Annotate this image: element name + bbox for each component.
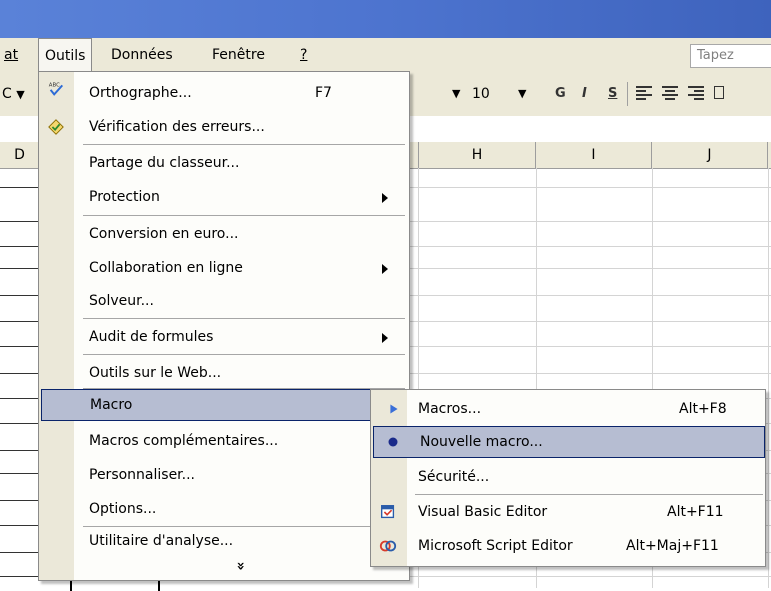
menu-item-options[interactable]: Options... <box>39 492 409 526</box>
macro-submenu: Macros... Alt+F8 Nouvelle macro... Sécur… <box>370 389 766 567</box>
menu-item-nouvelle-macro[interactable]: Nouvelle macro... <box>373 426 765 458</box>
menu-item-macro[interactable]: Macro <box>41 389 407 421</box>
font-size-value[interactable]: 10 <box>472 72 490 116</box>
menu-separator <box>83 318 405 319</box>
menu-item-audit-formules[interactable]: Audit de formules <box>39 320 409 354</box>
menu-item-visual-basic-editor[interactable]: Visual Basic Editor Alt+F11 <box>371 495 765 529</box>
menu-item-verification-erreurs[interactable]: Vérification des erreurs... <box>39 110 409 144</box>
column-header-h[interactable]: H <box>418 142 536 168</box>
run-macro-icon <box>390 404 398 414</box>
menu-outils[interactable]: Outils <box>38 38 93 73</box>
toolbar-left-fragment[interactable]: C ▼ <box>2 72 25 116</box>
menu-item-securite[interactable]: Sécurité... <box>371 460 765 494</box>
bold-button[interactable]: G <box>555 72 566 116</box>
menu-item-microsoft-script-editor[interactable]: Microsoft Script Editor Alt+Maj+F11 <box>371 529 765 563</box>
menu-item-macros-complementaires[interactable]: Macros complémentaires... <box>39 424 409 458</box>
chevron-down-icon: » <box>232 561 249 571</box>
tools-menu: ABC Orthographe... F7 Vérification des e… <box>38 71 410 581</box>
menu-fenetre[interactable]: Fenêtre <box>212 38 265 72</box>
menu-item-collaboration[interactable]: Collaboration en ligne <box>39 251 409 285</box>
title-bar <box>0 0 771 38</box>
menu-item-protection[interactable]: Protection <box>39 180 409 214</box>
column-header-i[interactable]: I <box>536 142 652 168</box>
script-editor-icon <box>379 540 397 552</box>
error-check-icon <box>48 119 64 135</box>
menu-separator <box>83 354 405 355</box>
menu-item-macros[interactable]: Macros... Alt+F8 <box>371 392 765 426</box>
submenu-arrow-icon <box>382 193 388 203</box>
font-dropdown-arrow-icon[interactable]: ▼ <box>452 72 460 116</box>
menu-item-solveur[interactable]: Solveur... <box>39 284 409 318</box>
menu-item-outils-web[interactable]: Outils sur le Web... <box>39 356 409 390</box>
menu-separator <box>83 215 405 216</box>
align-center-icon[interactable] <box>662 86 678 101</box>
menu-item-utilitaire-analyse[interactable]: Utilitaire d'analyse... <box>39 524 409 558</box>
menu-format[interactable]: at <box>4 38 18 72</box>
column-header-j[interactable]: J <box>652 142 768 168</box>
column-header-d[interactable]: D <box>0 142 40 168</box>
record-macro-icon <box>388 437 398 447</box>
submenu-arrow-icon <box>382 264 388 274</box>
menu-item-partage-classeur[interactable]: Partage du classeur... <box>39 146 409 180</box>
menu-item-conversion-euro[interactable]: Conversion en euro... <box>39 217 409 251</box>
underline-button[interactable]: S <box>608 72 617 116</box>
menu-expand-button[interactable]: » <box>39 554 409 578</box>
submenu-arrow-icon <box>382 333 388 343</box>
menu-bar: at Outils Données Fenêtre ? <box>0 38 771 73</box>
merge-center-icon[interactable] <box>714 86 724 99</box>
align-left-icon[interactable] <box>636 86 652 101</box>
font-size-dropdown-arrow-icon[interactable]: ▼ <box>518 72 526 116</box>
menu-donnees[interactable]: Données <box>111 38 173 72</box>
menu-item-personnaliser[interactable]: Personnaliser... <box>39 458 409 492</box>
menu-help[interactable]: ? <box>300 38 307 72</box>
vb-editor-icon <box>381 505 395 519</box>
svg-text:ABC: ABC <box>49 82 60 88</box>
italic-button[interactable]: I <box>582 72 587 116</box>
ask-question-input[interactable]: Tapez <box>690 44 771 68</box>
menu-separator <box>83 144 405 145</box>
align-right-icon[interactable] <box>688 86 704 101</box>
menu-item-orthographe[interactable]: ABC Orthographe... F7 <box>39 76 409 110</box>
dropdown-arrow-icon: ▼ <box>16 88 25 101</box>
spellcheck-icon: ABC <box>49 82 64 96</box>
toolbar-separator <box>627 82 628 106</box>
